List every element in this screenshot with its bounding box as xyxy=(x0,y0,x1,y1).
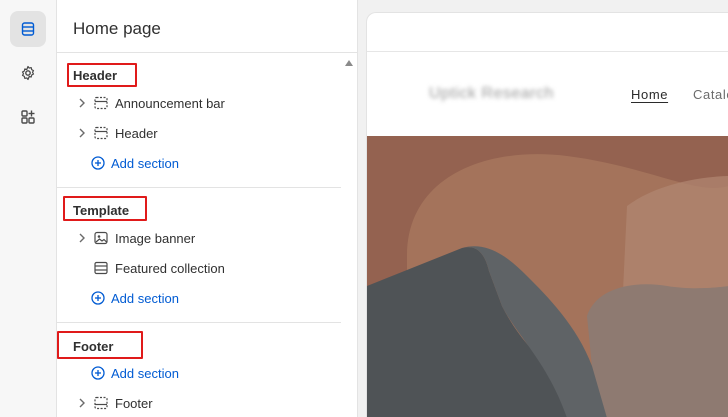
divider xyxy=(57,322,341,323)
section-item-footer[interactable]: Footer xyxy=(75,392,153,414)
preview-top-bar xyxy=(367,13,728,52)
page-title: Home page xyxy=(73,19,161,38)
add-section-button-footer[interactable]: Add section xyxy=(91,362,179,384)
store-preview[interactable]: Uptick Research Home Catalo xyxy=(366,12,728,417)
sections-icon xyxy=(21,22,35,36)
section-item-label: Featured collection xyxy=(115,260,225,276)
add-section-label: Add section xyxy=(111,365,179,381)
group-label-header: Header xyxy=(73,68,118,83)
nav-link-catalog[interactable]: Catalo xyxy=(693,87,728,102)
add-section-button-template[interactable]: Add section xyxy=(91,287,179,309)
section-layout-icon xyxy=(93,95,109,111)
apps-nav-button[interactable] xyxy=(10,99,46,135)
section-item-label: Header xyxy=(115,125,158,141)
section-item-header[interactable]: Header xyxy=(75,122,158,144)
chevron-right-icon[interactable] xyxy=(75,128,89,138)
chevron-right-icon[interactable] xyxy=(75,398,89,408)
section-item-label: Image banner xyxy=(115,230,196,246)
image-icon xyxy=(93,230,109,246)
scroll-up-arrow[interactable] xyxy=(345,60,353,66)
section-item-label: Announcement bar xyxy=(115,95,225,111)
image-banner[interactable] xyxy=(367,136,728,417)
sections-nav-button[interactable] xyxy=(10,11,46,47)
sections-panel: Home page Header Announcement bar Header… xyxy=(57,0,358,417)
group-label-template: Template xyxy=(73,203,130,218)
section-layout-icon xyxy=(93,395,109,411)
nav-link-home[interactable]: Home xyxy=(631,87,668,102)
collection-list-icon xyxy=(93,260,109,276)
chevron-right-icon[interactable] xyxy=(75,98,89,108)
plus-circle-icon xyxy=(91,366,105,380)
divider xyxy=(57,187,341,188)
section-item-featured-collection[interactable]: Featured collection xyxy=(75,257,225,279)
gear-icon xyxy=(21,65,35,81)
icon-rail xyxy=(0,0,57,417)
plus-circle-icon xyxy=(91,291,105,305)
group-label-footer: Footer xyxy=(73,339,114,354)
chevron-right-icon[interactable] xyxy=(75,233,89,243)
section-item-label: Footer xyxy=(115,395,153,411)
section-item-announcement-bar[interactable]: Announcement bar xyxy=(75,92,225,114)
add-section-label: Add section xyxy=(111,155,179,171)
plus-circle-icon xyxy=(91,156,105,170)
apps-icon xyxy=(21,110,35,124)
add-section-button-header[interactable]: Add section xyxy=(91,152,179,174)
add-section-label: Add section xyxy=(111,290,179,306)
section-layout-icon xyxy=(93,125,109,141)
divider xyxy=(57,52,357,53)
store-name[interactable]: Uptick Research xyxy=(429,85,554,103)
settings-nav-button[interactable] xyxy=(10,55,46,91)
section-item-image-banner[interactable]: Image banner xyxy=(75,227,195,249)
